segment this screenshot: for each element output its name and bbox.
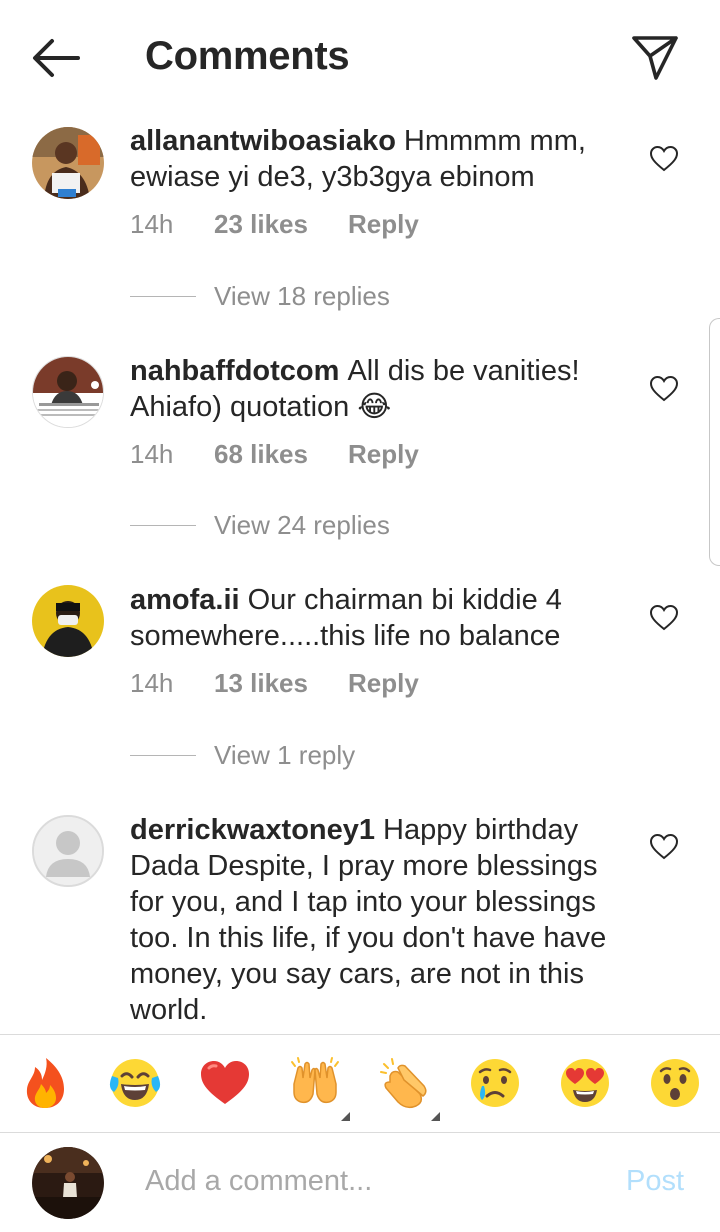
view-replies-button[interactable]: View 18 replies: [130, 281, 390, 312]
skin-tone-indicator: [431, 1112, 440, 1121]
view-replies-label: View 24 replies: [214, 510, 390, 540]
comment-meta: 14h 23 likes Reply: [130, 209, 419, 240]
comment-likes[interactable]: 23 likes: [214, 209, 348, 240]
comment-meta: 14h 13 likes Reply: [130, 668, 419, 699]
heart-eyes-emoji-icon[interactable]: [558, 1056, 612, 1110]
header-bar: Comments: [0, 0, 720, 116]
heart-icon[interactable]: [650, 605, 678, 631]
comment-time: 14h: [130, 209, 174, 239]
current-user-avatar[interactable]: [32, 1147, 104, 1219]
avatar[interactable]: [32, 815, 104, 887]
comment-meta: 14h 68 likes Reply: [130, 439, 419, 470]
comment-username[interactable]: derrickwaxtoney1: [130, 814, 375, 846]
comment-text: derrickwaxtoney1 Happy birthday Dada Desp…: [130, 812, 625, 1028]
comment-text: amofa.ii Our chairman bi kiddie 4 somewhe…: [130, 582, 630, 654]
post-button[interactable]: Post: [626, 1165, 684, 1198]
comment-text: allanantwiboasiako Hmmmm mm, ewiase yi de…: [130, 123, 630, 195]
divider: [0, 1034, 720, 1035]
skin-tone-indicator: [341, 1112, 350, 1121]
emoji-bar: [0, 1036, 720, 1132]
page-title: Comments: [145, 34, 350, 78]
reply-button[interactable]: Reply: [348, 439, 419, 470]
avatar[interactable]: [32, 356, 104, 428]
comment-likes[interactable]: 13 likes: [214, 668, 348, 699]
laughing-tears-emoji-icon[interactable]: [108, 1056, 162, 1110]
comment-composer: Add a comment... Post: [0, 1133, 720, 1232]
red-heart-emoji-icon[interactable]: [198, 1056, 252, 1110]
avatar[interactable]: [32, 127, 104, 199]
divider: [130, 755, 196, 756]
comment-username[interactable]: amofa.ii: [130, 584, 240, 616]
comment-input[interactable]: Add a comment...: [145, 1165, 372, 1198]
view-replies-button[interactable]: View 24 replies: [130, 510, 390, 541]
heart-icon[interactable]: [650, 376, 678, 402]
view-replies-label: View 1 reply: [214, 740, 356, 770]
scrollbar[interactable]: [709, 318, 720, 566]
comment-time: 14h: [130, 439, 174, 469]
comment-username[interactable]: allanantwiboasiako: [130, 125, 396, 157]
reply-button[interactable]: Reply: [348, 209, 419, 240]
fire-emoji-icon[interactable]: [18, 1056, 72, 1110]
arrow-left-icon[interactable]: [30, 36, 82, 80]
view-replies-label: View 18 replies: [214, 281, 390, 311]
view-replies-button[interactable]: View 1 reply: [130, 740, 355, 771]
paper-plane-icon[interactable]: [630, 32, 680, 82]
clapping-hands-emoji-icon[interactable]: [378, 1056, 432, 1110]
crying-face-emoji-icon[interactable]: [468, 1056, 522, 1110]
divider: [130, 296, 196, 297]
comment-text: nahbaffdotcom All dis be vanities! Ahiafo…: [130, 353, 630, 425]
heart-icon[interactable]: [650, 834, 678, 860]
raised-hands-emoji-icon[interactable]: [288, 1056, 342, 1110]
surprised-face-emoji-icon[interactable]: [648, 1056, 702, 1110]
heart-icon[interactable]: [650, 146, 678, 172]
divider: [130, 525, 196, 526]
comment-likes[interactable]: 68 likes: [214, 439, 348, 470]
comment-username[interactable]: nahbaffdotcom: [130, 355, 339, 387]
reply-button[interactable]: Reply: [348, 668, 419, 699]
avatar[interactable]: [32, 585, 104, 657]
comment-time: 14h: [130, 668, 174, 698]
